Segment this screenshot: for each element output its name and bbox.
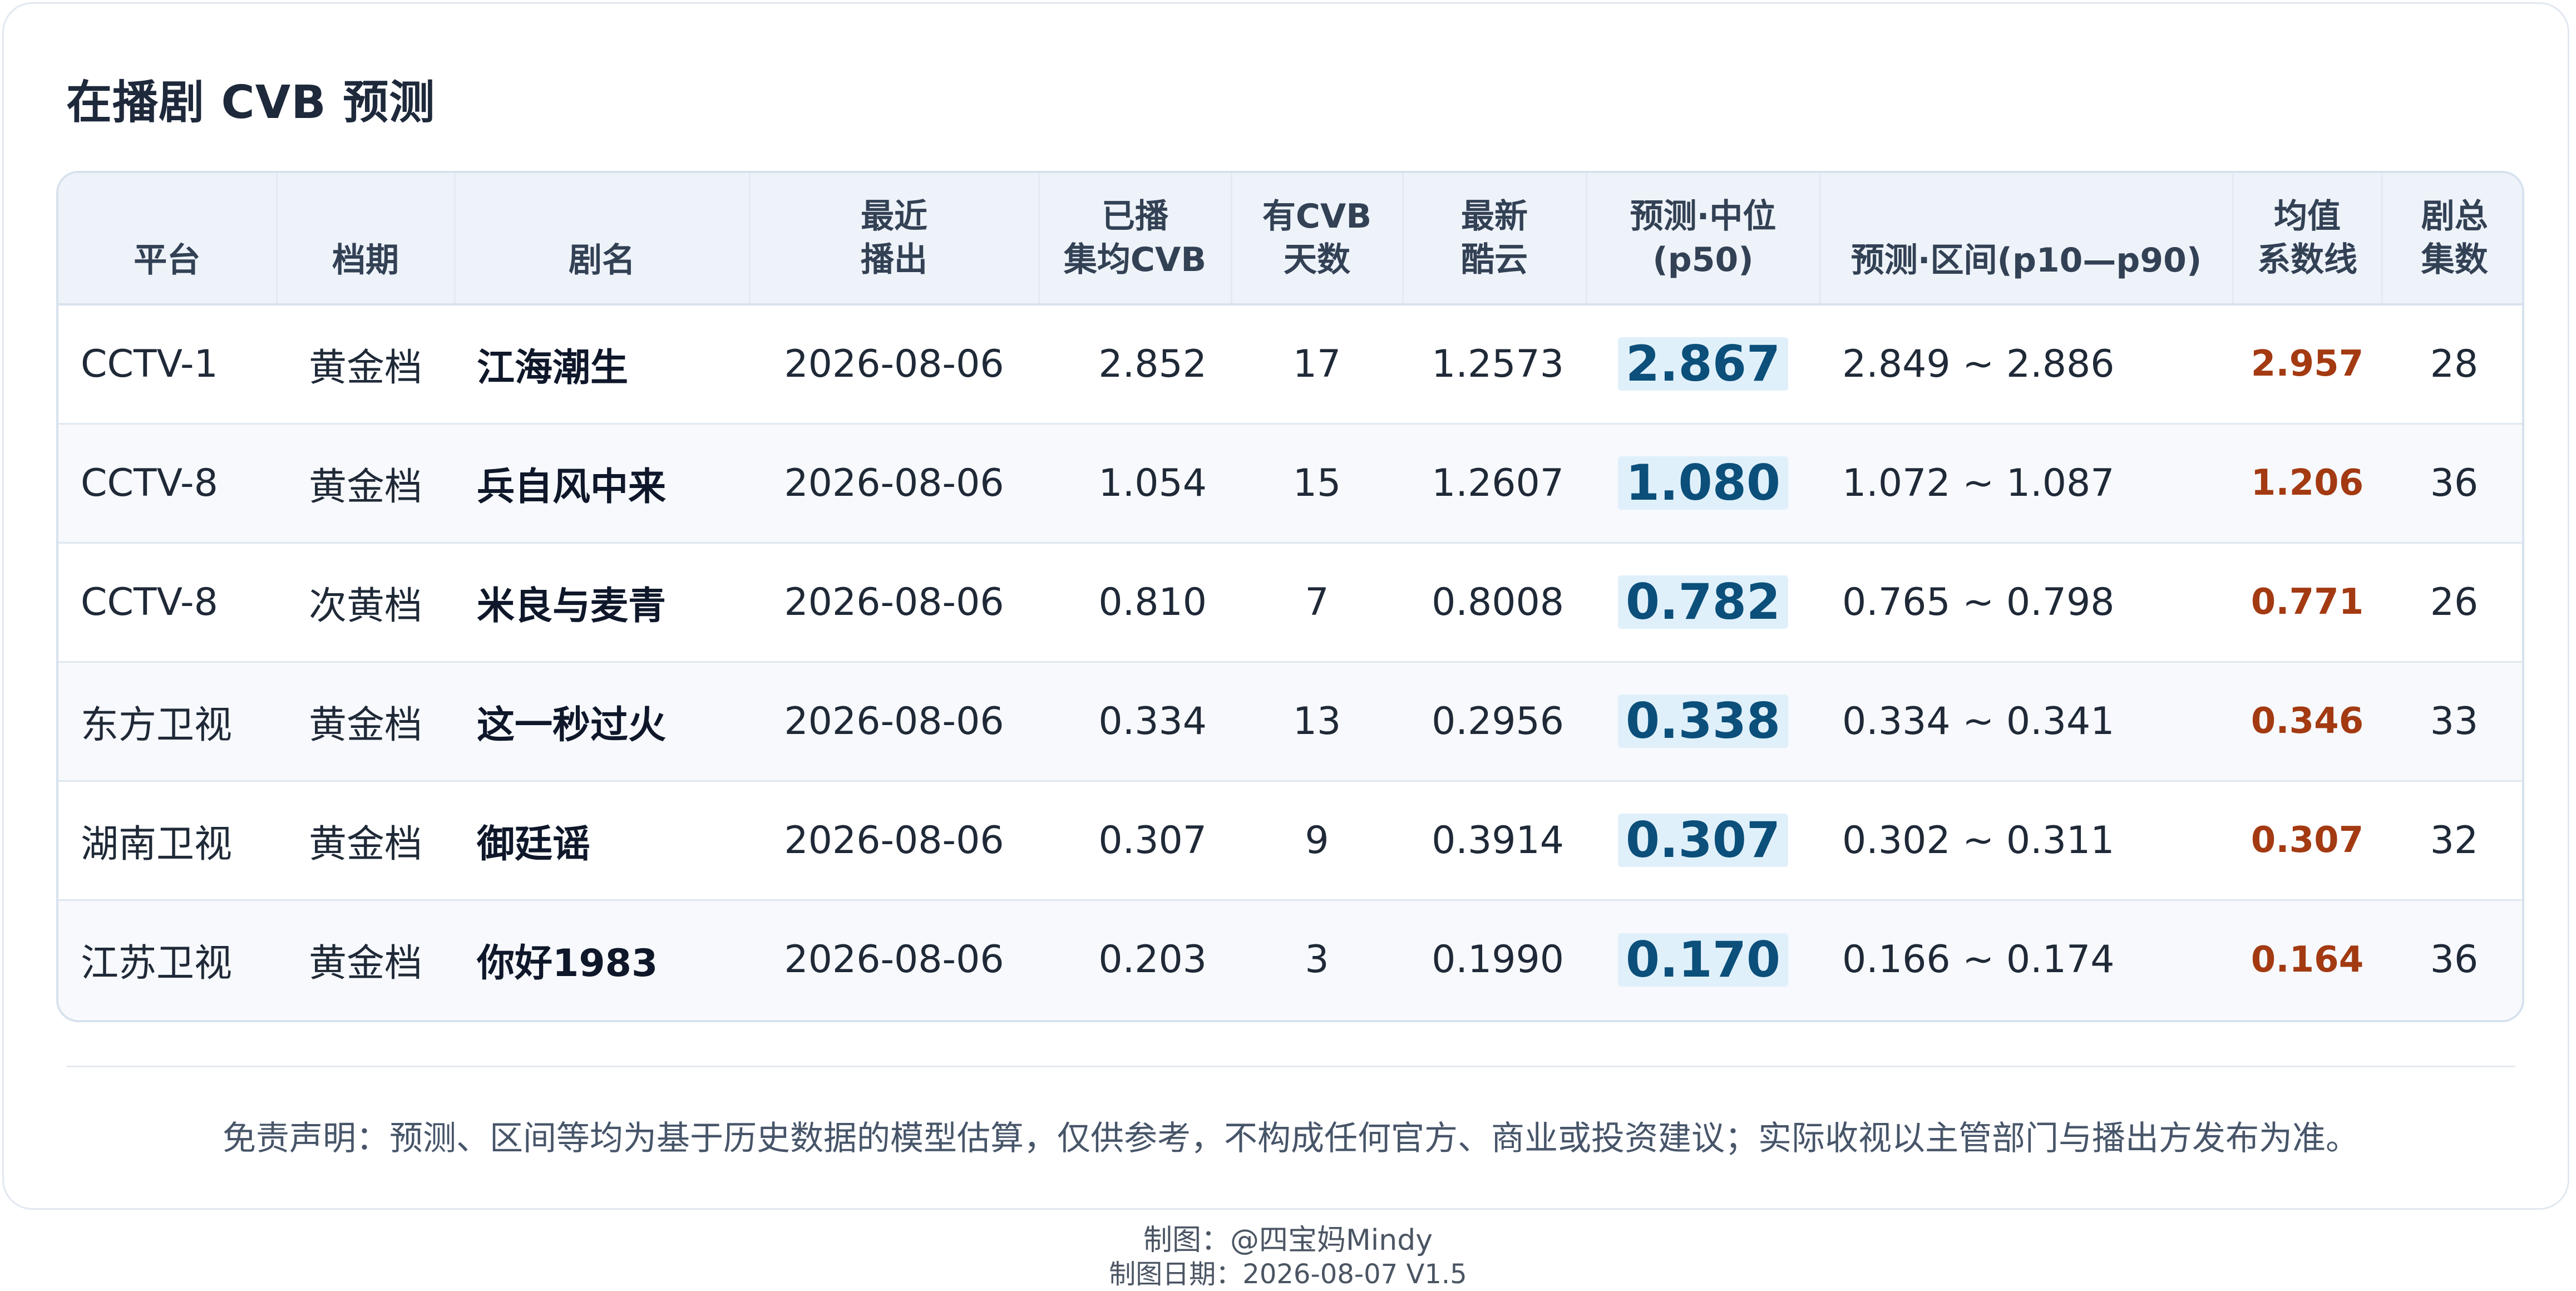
cell-recent-date: 2026-08-06 <box>784 699 1004 743</box>
cell-p50: 0.170 <box>1586 900 1820 1019</box>
p50-value: 0.338 <box>1617 694 1789 748</box>
table-row: CCTV-8 次黄档 米良与麦青 2026-08-06 0.810 7 0.80… <box>58 543 2522 662</box>
cell-latest-kuyun: 0.3914 <box>1432 818 1564 863</box>
header-total-episodes: 剧总 集数 <box>2382 173 2522 305</box>
cell-slot: 黄金档 <box>308 822 422 866</box>
credit-date: 制图日期：2026-08-07 V1.5 <box>1109 1259 1467 1290</box>
cell-cvb-days: 17 <box>1292 342 1341 386</box>
cell-slot: 次黄档 <box>308 584 422 628</box>
page-title: 在播剧 CVB 预测 <box>66 76 436 129</box>
cell-total-episodes: 32 <box>2430 818 2479 863</box>
table-header-row: 平台 档期 剧名 最近 播出 已播 集均CVB 有CVB 天数 最新 酷云 预测… <box>58 173 2522 305</box>
cell-range: 2.849 ~ 2.886 <box>1842 342 2115 386</box>
cell-range: 0.334 ~ 0.341 <box>1842 699 2115 743</box>
table-row: CCTV-8 黄金档 兵自风中来 2026-08-06 1.054 15 1.2… <box>58 423 2522 543</box>
cell-drama-name: 米良与麦青 <box>477 584 667 628</box>
cell-slot: 黄金档 <box>308 346 422 390</box>
header-p50: 预测·中位 (p50) <box>1586 173 1821 305</box>
header-slot: 档期 <box>277 173 456 305</box>
cell-drama-name: 你好1983 <box>477 942 658 986</box>
cell-p50: 0.338 <box>1586 662 1820 781</box>
cell-recent-date: 2026-08-06 <box>784 938 1004 982</box>
cell-slot: 黄金档 <box>308 703 422 747</box>
cell-range: 0.166 ~ 0.174 <box>1842 938 2115 982</box>
cell-p50: 1.080 <box>1586 423 1820 543</box>
table-row: CCTV-1 黄金档 江海潮生 2026-08-06 2.852 17 1.25… <box>58 304 2522 423</box>
cell-recent-date: 2026-08-06 <box>784 342 1004 386</box>
cell-total-episodes: 28 <box>2430 342 2479 386</box>
cell-mean-line: 0.307 <box>2251 820 2364 861</box>
cell-cvb-days: 3 <box>1305 938 1329 982</box>
cell-aired-cvb: 0.810 <box>1098 580 1207 624</box>
header-mean-line: 均值 系数线 <box>2233 173 2383 305</box>
cell-recent-date: 2026-08-06 <box>784 580 1004 624</box>
header-aired-cvb: 已播 集均CVB <box>1039 173 1232 305</box>
header-cvb-days: 有CVB 天数 <box>1231 173 1404 305</box>
cell-drama-name: 御廷谣 <box>477 822 591 866</box>
header-latest-kuyun: 最新 酷云 <box>1403 173 1587 305</box>
p50-value: 0.170 <box>1617 933 1789 987</box>
cell-cvb-days: 9 <box>1305 818 1329 863</box>
cell-mean-line: 2.957 <box>2251 343 2364 385</box>
cell-p50: 0.782 <box>1586 543 1820 662</box>
cell-mean-line: 0.346 <box>2251 701 2364 742</box>
cell-aired-cvb: 0.334 <box>1098 699 1207 743</box>
cell-latest-kuyun: 0.8008 <box>1432 580 1564 624</box>
cell-aired-cvb: 2.852 <box>1098 342 1207 386</box>
p50-value: 2.867 <box>1617 337 1789 391</box>
cell-platform: 东方卫视 <box>81 703 233 747</box>
header-name: 剧名 <box>455 173 751 305</box>
cell-aired-cvb: 1.054 <box>1098 461 1207 505</box>
cell-range: 0.302 ~ 0.311 <box>1842 818 2115 863</box>
p50-value: 1.080 <box>1617 456 1789 510</box>
cell-drama-name: 这一秒过火 <box>477 703 667 747</box>
cell-platform: CCTV-1 <box>81 342 218 386</box>
disclaimer-text: 免责声明：预测、区间等均为基于历史数据的模型估算，仅供参考，不构成任何官方、商业… <box>223 1119 2359 1158</box>
cell-aired-cvb: 0.307 <box>1098 818 1207 863</box>
forecast-table: 平台 档期 剧名 最近 播出 已播 集均CVB 有CVB 天数 最新 酷云 预测… <box>58 173 2522 1019</box>
cell-cvb-days: 13 <box>1292 699 1341 743</box>
cell-mean-line: 0.771 <box>2251 582 2364 623</box>
cell-total-episodes: 33 <box>2430 699 2479 743</box>
cell-aired-cvb: 0.203 <box>1098 938 1207 982</box>
table-row: 湖南卫视 黄金档 御廷谣 2026-08-06 0.307 9 0.3914 0… <box>58 781 2522 900</box>
cell-slot: 黄金档 <box>308 465 422 509</box>
cell-platform: CCTV-8 <box>81 580 218 624</box>
cell-recent-date: 2026-08-06 <box>784 818 1004 863</box>
forecast-table-container: 平台 档期 剧名 最近 播出 已播 集均CVB 有CVB 天数 最新 酷云 预测… <box>56 171 2524 1022</box>
cell-p50: 0.307 <box>1586 781 1820 900</box>
cell-latest-kuyun: 0.2956 <box>1432 699 1564 743</box>
cell-cvb-days: 7 <box>1305 580 1329 624</box>
cell-drama-name: 兵自风中来 <box>477 465 667 509</box>
cell-range: 0.765 ~ 0.798 <box>1842 580 2115 624</box>
p50-value: 0.307 <box>1617 814 1789 867</box>
cell-latest-kuyun: 1.2573 <box>1432 342 1564 386</box>
header-recent: 最近 播出 <box>749 173 1040 305</box>
cell-drama-name: 江海潮生 <box>477 346 629 390</box>
content-card: 在播剧 CVB 预测 平台 档期 剧名 最近 播出 已播 集均CVB 有CVB … <box>2 2 2569 1210</box>
cell-platform: CCTV-8 <box>81 461 218 505</box>
cell-p50: 2.867 <box>1586 304 1820 423</box>
cell-mean-line: 0.164 <box>2251 939 2364 980</box>
cell-total-episodes: 36 <box>2430 938 2479 982</box>
cell-slot: 黄金档 <box>308 942 422 986</box>
cell-recent-date: 2026-08-06 <box>784 461 1004 505</box>
cell-latest-kuyun: 1.2607 <box>1432 461 1564 505</box>
cell-total-episodes: 36 <box>2430 461 2479 505</box>
cell-mean-line: 1.206 <box>2251 462 2364 504</box>
table-row: 江苏卫视 黄金档 你好1983 2026-08-06 0.203 3 0.199… <box>58 900 2522 1019</box>
cell-range: 1.072 ~ 1.087 <box>1842 461 2115 505</box>
table-row: 东方卫视 黄金档 这一秒过火 2026-08-06 0.334 13 0.295… <box>58 662 2522 781</box>
cell-latest-kuyun: 0.1990 <box>1432 938 1564 982</box>
cell-total-episodes: 26 <box>2430 580 2479 624</box>
cell-platform: 湖南卫视 <box>81 822 233 866</box>
header-range: 预测·区间(p10—p90) <box>1820 173 2234 305</box>
cell-cvb-days: 15 <box>1292 461 1341 505</box>
header-platform: 平台 <box>58 173 278 305</box>
footer-divider <box>66 1066 2515 1067</box>
cell-platform: 江苏卫视 <box>81 942 233 986</box>
p50-value: 0.782 <box>1617 575 1789 629</box>
